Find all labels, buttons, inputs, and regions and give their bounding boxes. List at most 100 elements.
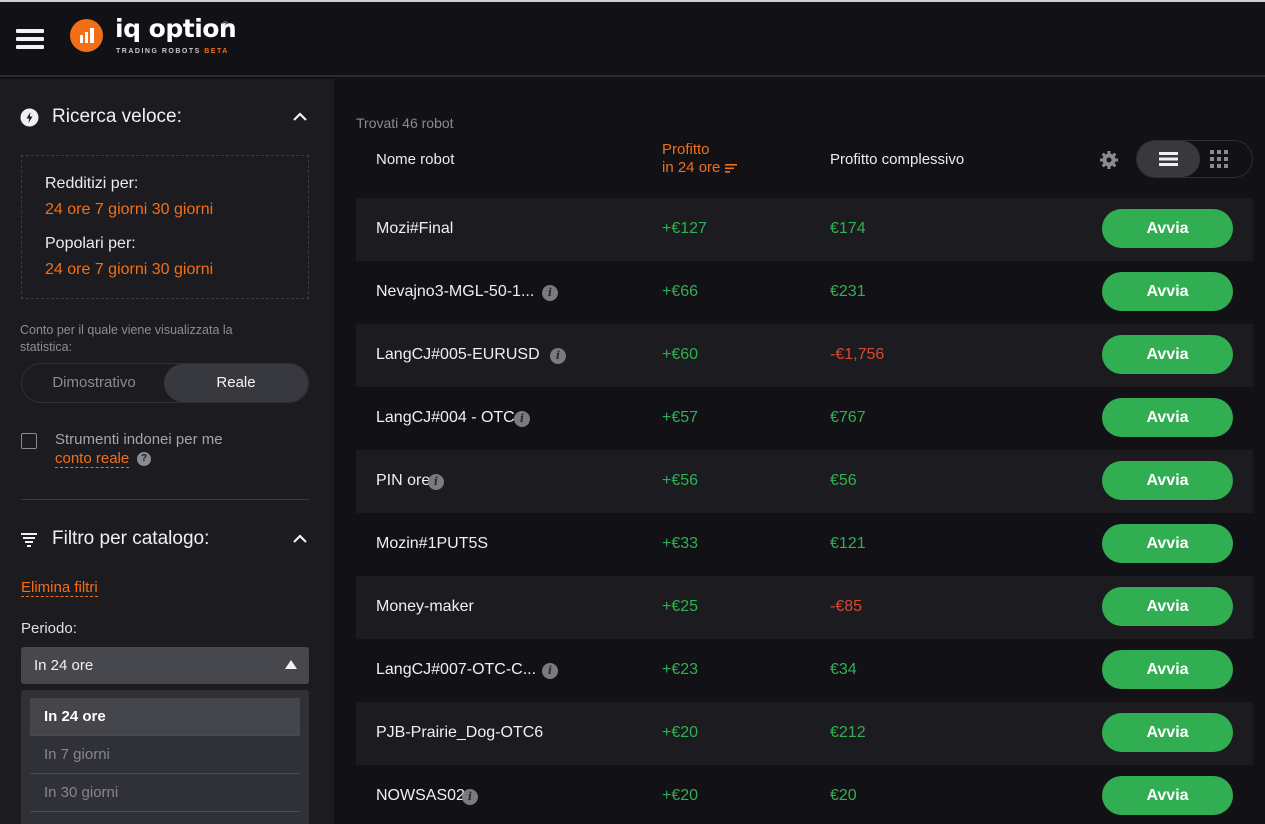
results-count: Trovati 46 robot [356,115,454,131]
profit-total-value: €56 [830,472,857,489]
period-option-24h[interactable]: In 24 ore [30,698,300,736]
popular-7d-link[interactable]: 7 giorni [95,261,147,278]
profit-24h-value: +€127 [662,220,707,237]
suitable-instruments-checkbox[interactable] [21,433,37,449]
robot-row[interactable]: PJB-Prairie_Dog-OTC6 +€20 €212 Avvia [356,702,1253,765]
robot-row[interactable]: Nevajno3-MGL-50-1... i +€66 €231 Avvia [356,261,1253,324]
info-icon[interactable]: i [550,348,566,364]
robot-row[interactable]: NOWSAS02 i +€20 €20 Avvia [356,765,1253,824]
start-robot-button[interactable]: Avvia [1102,461,1233,500]
account-real-option[interactable]: Reale [164,364,308,402]
robot-name[interactable]: NOWSAS02 [376,787,465,805]
logo-icon[interactable] [70,19,103,52]
quick-search-title: Ricerca veloce: [52,106,182,127]
popular-links: 24 ore 7 giorni 30 giorni [45,261,213,279]
grid-view-button[interactable] [1200,141,1252,177]
robot-row[interactable]: LangCJ#007-OTC-C... i +€23 €34 Avvia [356,639,1253,702]
filter-icon [20,530,39,555]
start-robot-button[interactable]: Avvia [1102,209,1233,248]
menu-icon[interactable] [16,29,44,51]
robot-name[interactable]: Mozin#1PUT5S [376,535,488,553]
column-header-profit-total[interactable]: Profitto complessivo [830,151,964,168]
clear-filters-link[interactable]: Elimina filtri [21,579,98,597]
info-icon[interactable]: i [428,474,444,490]
chevron-up-icon[interactable] [292,109,308,125]
lightning-icon [20,108,39,133]
sort-desc-icon [724,164,737,173]
profit-24h-value: +€25 [662,598,699,615]
robot-name[interactable]: LangCJ#004 - OTC [376,409,515,427]
account-label: Conto per il quale viene visualizzata la… [20,323,233,354]
start-robot-button[interactable]: Avvia [1102,776,1233,815]
chevron-up-icon[interactable] [292,531,308,547]
sidebar-divider [21,499,309,500]
column-header-name[interactable]: Nome robot [376,151,454,168]
start-robot-button[interactable]: Avvia [1102,524,1233,563]
popular-30d-link[interactable]: 30 giorni [152,261,213,278]
app-header: iq option ® TRADING ROBOTS BETA [0,2,1265,77]
profit-24h-value: +€20 [662,724,699,741]
profit-24h-value: +€60 [662,346,699,363]
profit-total-value: €20 [830,787,857,804]
profitable-24h-link[interactable]: 24 ore [45,201,90,218]
robot-name[interactable]: PIN ore [376,472,430,490]
info-icon[interactable]: i [542,285,558,301]
period-label: Periodo: [21,620,77,637]
registered-mark: ® [222,20,229,30]
profitable-7d-link[interactable]: 7 giorni [95,201,147,218]
sidebar: Ricerca veloce: Redditizi per: 24 ore 7 … [0,79,334,824]
robot-row[interactable]: PIN ore i +€56 €56 Avvia [356,450,1253,513]
robot-row[interactable]: Money-maker +€25 -€85 Avvia [356,576,1253,639]
profit-total-value: €34 [830,661,857,678]
info-icon[interactable]: i [542,663,558,679]
profit-24h-value: +€66 [662,283,699,300]
grid-icon [1210,150,1228,168]
suitable-instruments-label: Strumenti indonei per me [55,431,223,448]
settings-gear-icon[interactable] [1099,150,1119,175]
info-icon[interactable]: i [514,411,530,427]
profit-24h-value: +€57 [662,409,699,426]
real-account-link[interactable]: conto reale [55,450,130,468]
profitable-label: Redditizi per: [45,175,139,192]
period-option-7d[interactable]: In 7 giorni [30,736,300,774]
robot-name[interactable]: Nevajno3-MGL-50-1... [376,283,534,301]
robot-name[interactable]: LangCJ#005-EURUSD [376,346,540,364]
profit-24h-value: +€20 [662,787,699,804]
catalog-filter-title: Filtro per catalogo: [52,528,210,549]
robot-name[interactable]: LangCJ#007-OTC-C... [376,661,536,679]
start-robot-button[interactable]: Avvia [1102,335,1233,374]
brand-subtitle: TRADING ROBOTS BETA [116,48,229,55]
profit-total-value: €767 [830,409,866,426]
subtitle-text: TRADING ROBOTS [116,48,201,55]
profit-total-value: €212 [830,724,866,741]
profit-total-value: -€85 [830,598,863,615]
help-icon[interactable]: ? [137,452,151,466]
start-robot-button[interactable]: Avvia [1102,587,1233,626]
robot-row[interactable]: LangCJ#004 - OTC i +€57 €767 Avvia [356,387,1253,450]
start-robot-button[interactable]: Avvia [1102,272,1233,311]
robot-name[interactable]: PJB-Prairie_Dog-OTC6 [376,724,543,742]
view-mode-toggle [1136,140,1253,178]
start-robot-button[interactable]: Avvia [1102,713,1233,752]
list-view-button[interactable] [1137,141,1200,177]
profit-24h-value: +€56 [662,472,699,489]
account-demo-option[interactable]: Dimostrativo [22,364,166,402]
start-robot-button[interactable]: Avvia [1102,398,1233,437]
profitable-30d-link[interactable]: 30 giorni [152,201,213,218]
robot-row[interactable]: Mozin#1PUT5S +€33 €121 Avvia [356,513,1253,576]
profitable-links: 24 ore 7 giorni 30 giorni [45,201,213,219]
robot-name[interactable]: Mozi#Final [376,220,453,238]
robot-row[interactable]: Mozi#Final +€127 €174 Avvia [356,198,1253,261]
robot-name[interactable]: Money-maker [376,598,474,616]
popular-label: Popolari per: [45,235,136,252]
profit-24h-line2-text: in 24 ore [662,159,721,176]
period-select[interactable]: In 24 ore [21,647,309,684]
list-icon [1159,152,1178,166]
popular-24h-link[interactable]: 24 ore [45,261,90,278]
period-option-30d[interactable]: In 30 giorni [30,774,300,812]
column-header-profit-24h[interactable]: Profitto in 24 ore [662,141,737,177]
start-robot-button[interactable]: Avvia [1102,650,1233,689]
info-icon[interactable]: i [462,789,478,805]
robot-row[interactable]: LangCJ#005-EURUSD i +€60 -€1,756 Avvia [356,324,1253,387]
profit-total-value: €174 [830,220,866,237]
